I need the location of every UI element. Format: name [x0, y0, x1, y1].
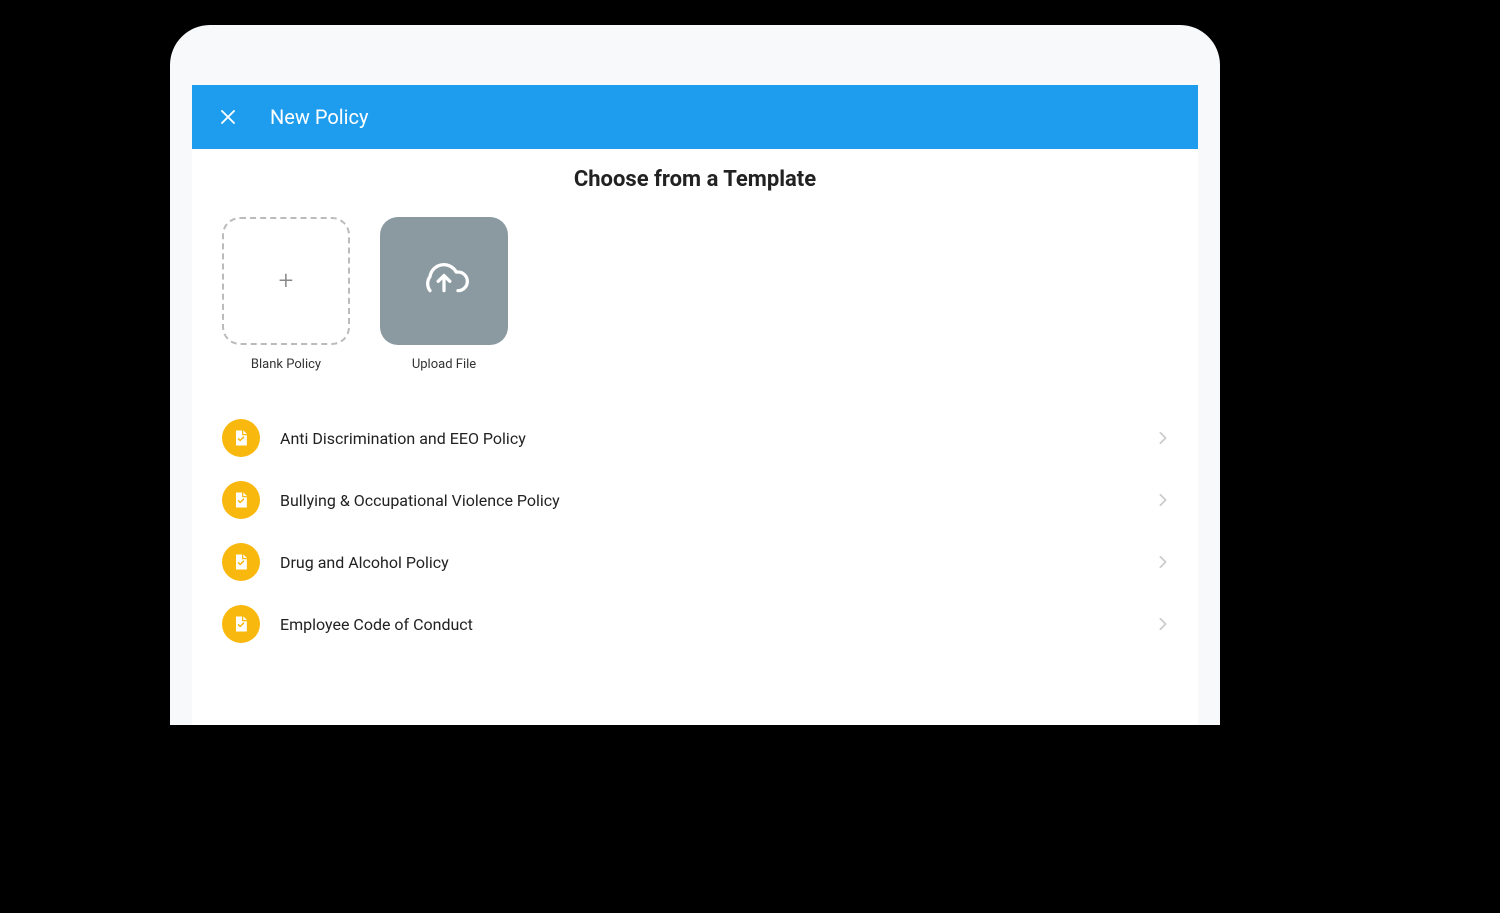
- document-icon: [222, 419, 260, 457]
- document-icon: [222, 543, 260, 581]
- document-icon: [222, 481, 260, 519]
- chevron-right-icon: [1158, 555, 1168, 569]
- template-item-drug-alcohol[interactable]: Drug and Alcohol Policy: [222, 541, 1168, 583]
- plus-icon: +: [279, 266, 294, 296]
- close-icon[interactable]: [216, 105, 240, 129]
- blank-policy-card[interactable]: +: [222, 217, 350, 345]
- main-content: Choose from a Template + Blank Policy: [192, 149, 1198, 663]
- template-label: Bullying & Occupational Violence Policy: [280, 491, 1138, 510]
- section-title: Choose from a Template: [222, 167, 1168, 192]
- document-icon: [222, 605, 260, 643]
- app-screen: New Policy Choose from a Template + Blan…: [192, 85, 1198, 725]
- chevron-right-icon: [1158, 617, 1168, 631]
- page-title: New Policy: [270, 105, 368, 129]
- blank-policy-label: Blank Policy: [251, 357, 321, 372]
- laptop-shadow: [75, 750, 1315, 780]
- template-item-anti-discrimination[interactable]: Anti Discrimination and EEO Policy: [222, 417, 1168, 459]
- template-label: Employee Code of Conduct: [280, 615, 1138, 634]
- chevron-right-icon: [1158, 493, 1168, 507]
- template-label: Anti Discrimination and EEO Policy: [280, 429, 1138, 448]
- upload-file-card[interactable]: [380, 217, 508, 345]
- header-bar: New Policy: [192, 85, 1198, 149]
- card-wrapper-blank: + Blank Policy: [222, 217, 350, 372]
- cards-row: + Blank Policy Upload: [222, 217, 1168, 372]
- cloud-upload-icon: [416, 251, 472, 311]
- chevron-right-icon: [1158, 431, 1168, 445]
- template-item-code-conduct[interactable]: Employee Code of Conduct: [222, 603, 1168, 645]
- laptop-frame: New Policy Choose from a Template + Blan…: [170, 25, 1220, 725]
- laptop-base: [75, 725, 1315, 780]
- template-list: Anti Discrimination and EEO Policy: [222, 417, 1168, 645]
- upload-file-label: Upload File: [412, 357, 476, 372]
- template-label: Drug and Alcohol Policy: [280, 553, 1138, 572]
- card-wrapper-upload: Upload File: [380, 217, 508, 372]
- template-item-bullying[interactable]: Bullying & Occupational Violence Policy: [222, 479, 1168, 521]
